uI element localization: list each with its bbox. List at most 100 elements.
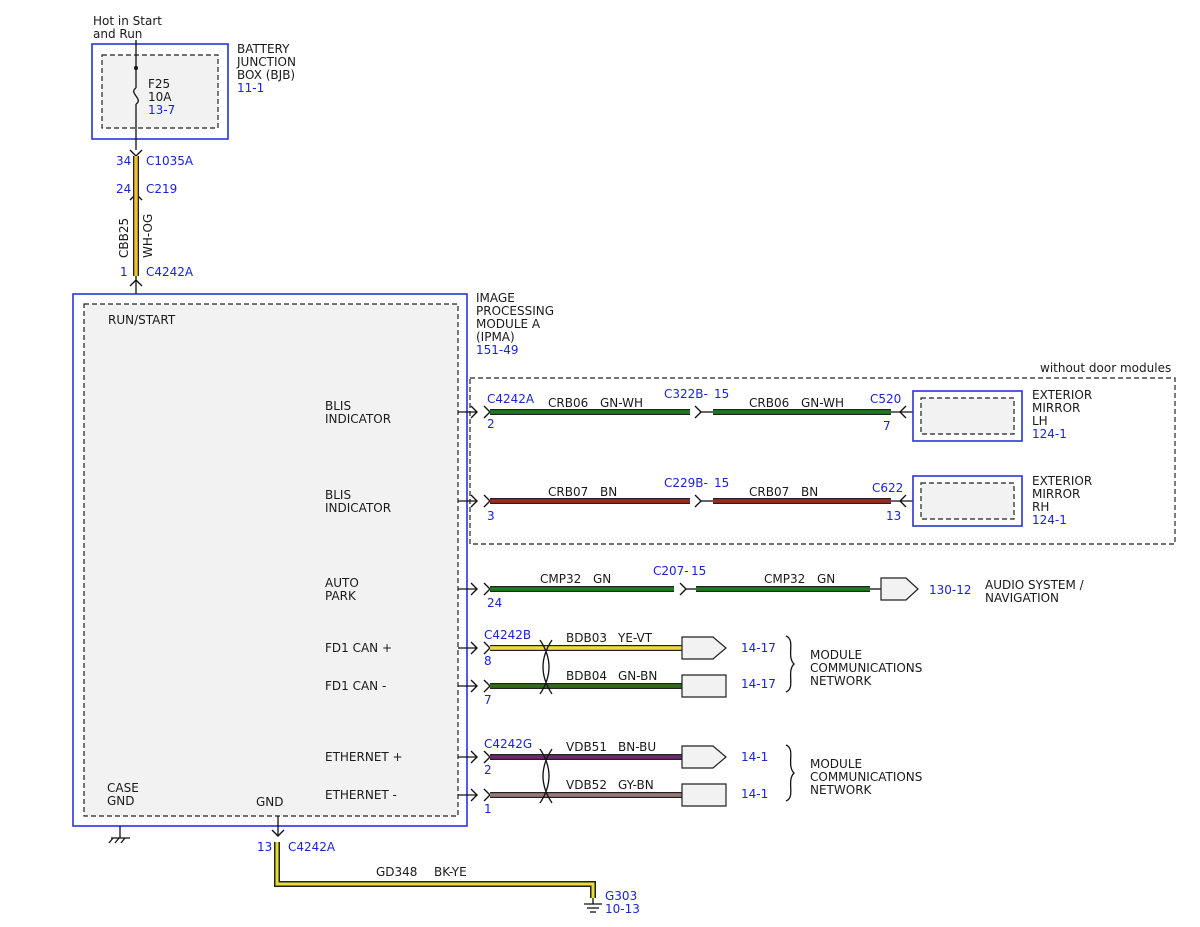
wiring-diagram: Hot in Start and Run BATTERY JUNCTION BO… [72, 14, 1176, 916]
feed-color: WH-OG [141, 214, 155, 258]
ground-circuit-label: GD348 [376, 865, 417, 879]
auto-park-connector-icon [483, 582, 491, 596]
can-plus-color: YE-VT [617, 631, 653, 645]
blis-lh-circuit-2: CRB06 [749, 396, 789, 410]
c1035a-label: C1035A [146, 154, 194, 168]
eth-conn: C4242G [484, 737, 532, 751]
can-plus-ref: 14-17 [741, 641, 776, 655]
blis-lh-pin: 2 [487, 417, 495, 431]
bjb-ref: 11-1 [237, 81, 264, 95]
c207-label: C207- [653, 564, 689, 578]
eth-plus-wire [490, 755, 682, 759]
feed-circuit: CBB25 [117, 218, 131, 258]
can-minus-wire [490, 684, 682, 688]
mirror-rh-inner [920, 482, 1015, 520]
eth-brace-icon [785, 744, 795, 802]
ipma-module [72, 293, 468, 827]
eth-plus-circuit: VDB51 [566, 740, 607, 754]
bjb-name-1: BATTERY [237, 42, 290, 56]
mirror-rh-name-3: RH [1032, 500, 1049, 514]
ipma-name-4: (IPMA) [476, 330, 515, 344]
supply-title-1: Hot in Start [93, 14, 162, 28]
auto-park-wire-1 [490, 587, 674, 591]
blis-lh-label-1: BLIS [325, 399, 351, 413]
auto-park-circuit-1: CMP32 [540, 572, 581, 586]
blis-lh-color-1: GN-WH [600, 396, 643, 410]
blis-rh-pin: 3 [487, 509, 495, 523]
blis-lh-circuit-1: CRB06 [548, 396, 588, 410]
eth-minus-connector-icon [483, 788, 491, 802]
mirror-lh-name-2: MIRROR [1032, 401, 1080, 415]
feed-wire-fill [134, 156, 138, 276]
audio-system-connector-icon [880, 577, 919, 601]
blis-rh-connector-icon [483, 494, 491, 508]
c622-pin: 13 [886, 509, 901, 523]
can-plus-label: FD1 CAN + [325, 641, 392, 655]
blis-lh-wire-1 [490, 410, 690, 414]
can-brace-icon [785, 635, 795, 693]
supply-node [134, 66, 138, 70]
eth-plus-color: BN-BU [618, 740, 656, 754]
c520-label: C520 [870, 392, 901, 406]
c322b-pin: 15 [714, 387, 729, 401]
can-plus-connector-icon [483, 641, 491, 655]
eth-minus-connector-end-icon [681, 783, 727, 807]
supply-title-2: and Run [93, 27, 142, 41]
ipma-name-1: IMAGE [476, 291, 515, 305]
c229b-label: C229B- [664, 476, 708, 490]
audio-system-name-1: AUDIO SYSTEM / [985, 578, 1085, 592]
eth-minus-color: GY-BN [618, 778, 654, 792]
can-minus-connector-end-icon [681, 674, 727, 698]
blis-lh-wire-2 [713, 410, 891, 414]
eth-network-2: COMMUNICATIONS [810, 770, 922, 784]
blis-rh-color-2: BN [801, 485, 818, 499]
fuse-rating: 10A [148, 90, 172, 104]
can-conn: C4242B [484, 628, 531, 642]
auto-park-label-2: PARK [325, 589, 357, 603]
c219-label: C219 [146, 182, 177, 196]
can-circuit [458, 636, 727, 698]
c207-pin: 15 [691, 564, 706, 578]
eth-plus-pin: 2 [484, 763, 492, 777]
ground-pin: 13 [257, 840, 272, 854]
feed-wire [133, 156, 139, 276]
ipma-name-3: MODULE A [476, 317, 541, 331]
mirror-lh-ref: 124-1 [1032, 427, 1067, 441]
can-minus-circuit: BDB04 [566, 669, 607, 683]
mirror-lh-name-1: EXTERIOR [1032, 388, 1092, 402]
can-minus-ref: 14-17 [741, 677, 776, 691]
blis-rh-wire-1 [490, 499, 690, 503]
ipma-inner [83, 303, 459, 817]
ground-circuit [271, 816, 602, 913]
can-network-2: COMMUNICATIONS [810, 661, 922, 675]
g303-ref: 10-13 [605, 902, 640, 916]
ground-conn: C4242A [288, 840, 336, 854]
can-minus-label: FD1 CAN - [325, 679, 386, 693]
audio-system-ref: 130-12 [929, 583, 972, 597]
eth-plus-connector-end-icon [681, 745, 727, 769]
mirror-rh-ref: 124-1 [1032, 513, 1067, 527]
blis-lh-color-2: GN-WH [801, 396, 844, 410]
blis-rh-circuit-2: CRB07 [749, 485, 789, 499]
eth-network-1: MODULE [810, 757, 862, 771]
can-minus-color: GN-BN [618, 669, 657, 683]
blis-rh-wire-2 [713, 499, 891, 503]
auto-park-label-1: AUTO [325, 576, 359, 590]
c4242a-feed-pin: 1 [120, 265, 128, 279]
case-gnd-label-1: CASE [107, 781, 139, 795]
eth-network-3: NETWORK [810, 783, 873, 797]
mirror-lh-name-3: LH [1032, 414, 1048, 428]
blis-rh-label-1: BLIS [325, 488, 351, 502]
c4242a-feed-label: C4242A [146, 265, 194, 279]
auto-park-color-1: GN [593, 572, 611, 586]
bjb-name-3: BOX (BJB) [237, 68, 295, 82]
bjb-name-2: JUNCTION [236, 55, 296, 69]
mirror-rh-name-2: MIRROR [1032, 487, 1080, 501]
c520-pin: 7 [883, 419, 891, 433]
can-plus-pin: 8 [484, 654, 492, 668]
eth-plus-label: ETHERNET + [325, 750, 403, 764]
blis-lh-label-2: INDICATOR [325, 412, 391, 426]
mirror-lh-inner [920, 397, 1015, 435]
g303-label: G303 [605, 889, 637, 903]
auto-park-circuit [458, 577, 919, 601]
